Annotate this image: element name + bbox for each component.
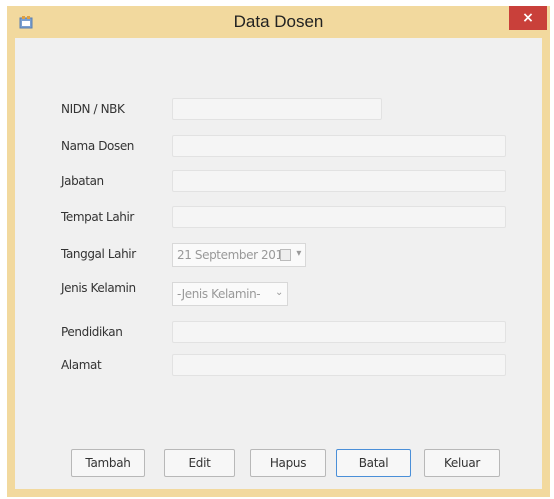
tanggal-lahir-label: Tanggal Lahir <box>61 247 136 261</box>
batal-button[interactable]: Batal <box>336 449 411 477</box>
jenis-kelamin-value: -Jenis Kelamin- <box>177 287 261 301</box>
nama-dosen-label: Nama Dosen <box>61 139 135 153</box>
tempat-lahir-input[interactable] <box>172 206 506 228</box>
tanggal-lahir-value: 21 September 2015 <box>177 248 290 262</box>
window-frame: Data Dosen × NIDN / NBK Nama Dosen Jabat… <box>7 6 550 497</box>
jabatan-input[interactable] <box>172 170 506 192</box>
jabatan-label: Jabatan <box>61 174 104 188</box>
close-button[interactable]: × <box>509 6 547 30</box>
alamat-input[interactable] <box>172 354 506 376</box>
window-title: Data Dosen <box>233 12 324 31</box>
keluar-button[interactable]: Keluar <box>424 449 500 477</box>
calendar-icon[interactable] <box>280 249 291 261</box>
nama-dosen-input[interactable] <box>172 135 506 157</box>
title-bar[interactable]: Data Dosen × <box>7 6 550 38</box>
nidn-input[interactable] <box>172 98 382 120</box>
alamat-label: Alamat <box>61 358 102 372</box>
hapus-button[interactable]: Hapus <box>250 449 326 477</box>
nidn-label: NIDN / NBK <box>61 102 125 116</box>
jenis-kelamin-select[interactable]: -Jenis Kelamin- ⌄ <box>172 282 288 306</box>
tempat-lahir-label: Tempat Lahir <box>61 210 134 224</box>
tambah-button[interactable]: Tambah <box>71 449 145 477</box>
close-icon: × <box>522 10 534 26</box>
pendidikan-input[interactable] <box>172 321 506 343</box>
chevron-down-icon: ⌄ <box>275 287 283 298</box>
form-body: NIDN / NBK Nama Dosen Jabatan Tempat Lah… <box>15 38 542 489</box>
jenis-kelamin-label: Jenis Kelamin <box>61 281 136 295</box>
chevron-down-icon: ▾ <box>296 248 301 259</box>
tanggal-lahir-datepicker[interactable]: 21 September 2015 ▾ <box>172 243 306 267</box>
edit-button[interactable]: Edit <box>164 449 235 477</box>
pendidikan-label: Pendidikan <box>61 325 123 339</box>
